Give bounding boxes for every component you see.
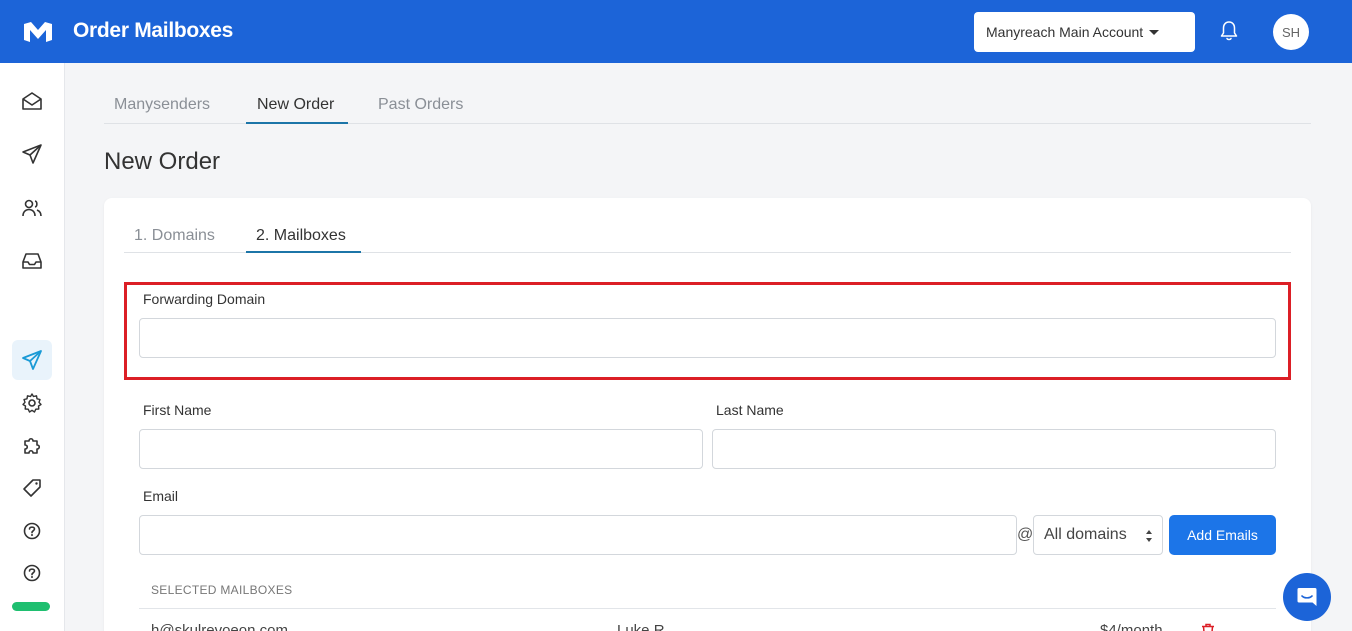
sidebar-item-inbox[interactable] — [20, 249, 44, 273]
chevron-down-icon — [1149, 29, 1160, 35]
tab-manysenders[interactable]: Manysenders — [114, 96, 210, 114]
send-icon — [22, 144, 42, 164]
last-name-input[interactable] — [712, 429, 1276, 469]
tag-icon — [23, 479, 41, 497]
chat-icon — [1297, 588, 1317, 606]
trash-icon[interactable] — [1201, 623, 1215, 631]
top-bar: Order Mailboxes Manyreach Main Account S… — [0, 0, 1352, 63]
forwarding-domain-label: Forwarding Domain — [143, 291, 266, 307]
sidebar-item-support[interactable] — [20, 561, 44, 585]
sidebar-item-integrations[interactable] — [20, 434, 44, 458]
sidebar — [0, 63, 65, 631]
domain-select[interactable]: All domains — [1033, 515, 1163, 555]
chat-launcher-button[interactable] — [1283, 573, 1331, 621]
tab-mailboxes[interactable]: 2. Mailboxes — [256, 227, 346, 245]
mail-icon — [22, 92, 42, 110]
email-input[interactable] — [139, 515, 1017, 555]
at-symbol: @ — [1017, 526, 1034, 543]
help-icon — [23, 522, 41, 540]
divider — [139, 608, 1276, 609]
sidebar-item-help[interactable] — [20, 519, 44, 543]
first-name-input[interactable] — [139, 429, 703, 469]
sidebar-item-order-mailboxes[interactable] — [12, 340, 52, 380]
account-select-label: Manyreach Main Account — [986, 24, 1144, 40]
main-content: Manysenders New Order Past Orders New Or… — [65, 63, 1352, 631]
tab-new-order[interactable]: New Order — [257, 96, 334, 114]
active-step-indicator — [246, 251, 361, 253]
forwarding-domain-input[interactable] — [139, 318, 1276, 358]
mailbox-email: h@skulrevoeon.com — [151, 622, 288, 631]
puzzle-icon — [24, 437, 41, 454]
gear-icon — [22, 393, 42, 413]
top-tabs: Manysenders New Order Past Orders — [104, 88, 1311, 124]
app-title: Order Mailboxes — [73, 19, 234, 42]
inbox-icon — [22, 253, 42, 269]
sidebar-item-contacts[interactable] — [20, 196, 44, 220]
manyreach-logo-icon[interactable] — [22, 20, 54, 44]
domain-select-value: All domains — [1044, 526, 1127, 543]
usage-progress-bar — [12, 602, 50, 611]
order-form-card: 1. Domains 2. Mailboxes Forwarding Domai… — [104, 198, 1311, 631]
users-icon — [22, 199, 42, 217]
tab-domains[interactable]: 1. Domains — [134, 227, 215, 245]
email-label: Email — [143, 488, 179, 504]
avatar[interactable]: SH — [1273, 14, 1309, 50]
page-title: New Order — [104, 148, 221, 175]
paper-plane-icon — [22, 350, 42, 370]
first-name-label: First Name — [143, 402, 212, 418]
help-icon — [23, 564, 41, 582]
last-name-label: Last Name — [716, 402, 784, 418]
sidebar-item-pricing[interactable] — [20, 476, 44, 500]
sidebar-item-campaigns[interactable] — [20, 142, 44, 166]
bell-icon[interactable] — [1219, 20, 1239, 42]
select-arrows-icon — [1146, 530, 1152, 542]
add-emails-button[interactable]: Add Emails — [1169, 515, 1276, 555]
sidebar-item-settings[interactable] — [20, 391, 44, 415]
step-tabs: 1. Domains 2. Mailboxes — [124, 218, 1291, 253]
sidebar-item-mail[interactable] — [20, 89, 44, 113]
selected-mailboxes-header: SELECTED MAILBOXES — [151, 583, 293, 597]
mailbox-price: $4/month — [1100, 622, 1163, 631]
tab-past-orders[interactable]: Past Orders — [378, 96, 463, 114]
account-select[interactable]: Manyreach Main Account — [974, 12, 1195, 52]
active-tab-indicator — [246, 122, 348, 124]
mailbox-name: Luke R — [617, 622, 665, 631]
